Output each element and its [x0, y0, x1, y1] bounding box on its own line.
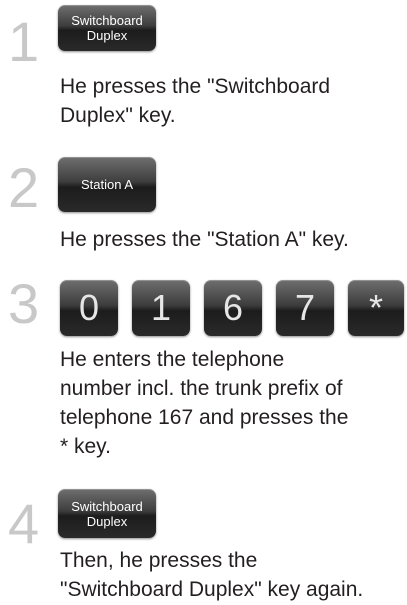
- switchboard-duplex-key-again[interactable]: Switchboard Duplex: [58, 489, 156, 538]
- station-a-key[interactable]: Station A: [58, 157, 156, 212]
- step-3-text: He enters the telephone number incl. the…: [60, 348, 349, 458]
- step-1-text: He presses the "Switchboard Duplex" key.: [60, 75, 331, 127]
- step-number-4: 4: [8, 492, 40, 555]
- digit-key-7[interactable]: 7: [276, 280, 334, 336]
- star-key[interactable]: *: [348, 280, 404, 336]
- step-number-2: 2: [8, 156, 40, 219]
- step-number-1: 1: [8, 10, 40, 73]
- digit-key-1[interactable]: 1: [132, 280, 190, 336]
- step-4-text: Then, he presses the "Switchboard Duplex…: [60, 549, 364, 601]
- digit-key-0[interactable]: 0: [60, 280, 118, 336]
- switchboard-duplex-key[interactable]: Switchboard Duplex: [58, 5, 156, 51]
- step-2-text: He presses the "Station A" key.: [60, 228, 349, 251]
- digit-key-6[interactable]: 6: [204, 280, 262, 336]
- step-number-3: 3: [8, 272, 40, 335]
